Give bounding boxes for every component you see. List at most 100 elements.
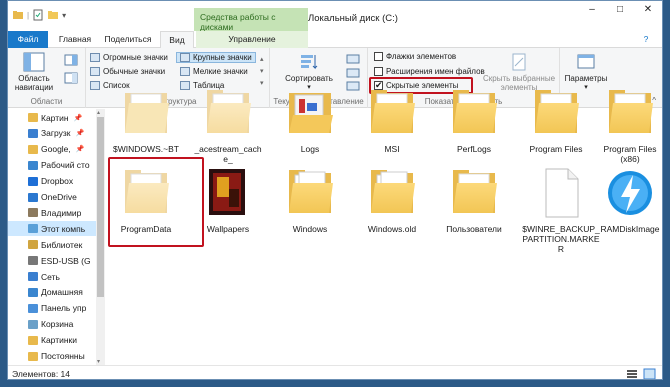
folder-item[interactable]: Windows.old [357,167,427,234]
nav-item-label: Этот компь [41,223,86,234]
help-icon[interactable]: ? [638,31,654,48]
nav-pane-icon [23,52,45,72]
nav-item[interactable]: Панель упр [8,301,96,316]
nav-item-label: Google, [41,144,71,155]
folder-item[interactable]: Windows [275,167,345,234]
layout-small-icons[interactable]: Мелкие значки [180,67,248,76]
file-view: $WINDOWS.~BT _acestream_cache_ Logs MSI Perf… [105,90,662,365]
pin-icon[interactable]: 📌 [75,129,84,137]
folder-item[interactable]: Wallpapers [193,167,263,234]
tab-share[interactable]: Поделиться [100,31,156,48]
tab-view[interactable]: Вид [160,31,194,49]
nav-item[interactable]: Сеть [8,269,96,284]
large-icons-view-icon[interactable] [643,368,656,380]
layout-normal-icons[interactable]: Обычные значки [90,67,165,76]
nav-item[interactable]: Постоянны [8,349,96,364]
folder-item[interactable]: Program Files (x86) [595,87,662,164]
add-columns-icon[interactable] [346,68,360,78]
layout-huge-icons[interactable]: Огромные значки [90,53,168,62]
item-count: Элементов: 14 [12,369,70,379]
scroll-up-icon[interactable]: ▴ [97,109,100,116]
nav-pane-button[interactable]: Область навигации [12,52,56,92]
folder-item-label: Program Files [529,144,583,154]
tab-file[interactable]: Файл [8,31,48,48]
folder-item[interactable]: $WINDOWS.~BT [111,87,181,154]
preview-pane-icon[interactable] [64,54,78,66]
checkbox-items-checkbox[interactable] [374,52,383,61]
layout-large-icons[interactable]: Крупные значки [176,52,256,63]
close-icon[interactable]: ✕ [634,1,662,19]
folder-item[interactable]: Logs [275,87,345,154]
scroll-down-icon[interactable]: ▾ [97,358,100,365]
nav-pane-label-1: Область [18,74,50,83]
nav-item[interactable]: Картин 📌 [8,110,96,125]
folder-item[interactable]: _acestream_cache_ [193,87,263,164]
normal-icons-icon [90,67,100,76]
nav-item[interactable]: Этот компь [8,221,96,237]
properties-icon[interactable] [32,9,44,21]
folder-item[interactable]: ProgramData [111,167,181,234]
nav-item[interactable]: Google, 📌 [8,142,96,157]
hide-selected-icon [512,53,526,71]
app-item[interactable]: RAMDiskImage [595,167,662,234]
nav-item[interactable]: Картинки [8,333,96,348]
nav-scrollbar[interactable]: ▴ ▾ [96,109,105,365]
layout-normal-label: Обычные значки [103,67,166,76]
nav-item-label: Сеть [41,271,60,282]
nav-item[interactable]: Корзина [8,317,96,332]
nav-item-label: Панель упр [41,303,87,314]
separator: | [27,10,30,20]
options-button[interactable]: Параметры ▾ [562,52,610,92]
image-folder-icon [209,169,245,215]
nav-item[interactable]: Рабочий сто [8,158,96,173]
folder-icon [125,170,169,213]
hide-selected-button[interactable]: Скрыть выбранные элементы [482,52,556,92]
item-label: Wallpapers [206,224,250,234]
quick-access-toolbar: | ▾ [12,9,66,21]
pin-icon[interactable]: 📌 [76,145,85,153]
small-icons-icon [180,67,190,76]
details-pane-icon[interactable] [64,72,78,84]
nav-item[interactable]: Библиотек [8,237,96,252]
nav-item[interactable]: Домашняя [8,285,96,300]
pin-icon[interactable]: 📌 [74,114,83,122]
customize-qat-icon[interactable]: ▾ [62,11,66,20]
folder-icon [609,90,653,133]
extensions-toggle[interactable]: Расширения имен файлов [374,67,485,76]
folder-item-label: PerfLogs [456,144,492,154]
tab-manage[interactable]: Управление [196,31,308,48]
nav-item[interactable]: ESD-USB (G [8,253,96,268]
nav-item-icon [28,287,38,297]
nav-scroll-thumb[interactable] [97,117,104,297]
folder-icon [125,93,169,133]
ramdisk-app-icon [608,171,652,215]
layout-scroll-arrows-icon[interactable]: ▴ ▾ ▾ [260,54,264,90]
nav-item[interactable]: Загрузк 📌 [8,126,96,141]
options-icon [577,54,595,69]
folder-icon [371,90,415,133]
minimize-icon[interactable]: – [578,1,606,19]
item-label: ProgramData [120,224,172,234]
folder-item[interactable]: Пользователи [439,167,509,234]
new-folder-icon[interactable] [47,9,59,21]
folder-item[interactable]: MSI [357,87,427,154]
checkbox-items-toggle[interactable]: Флажки элементов [374,52,456,61]
nav-item[interactable]: Dropbox [8,174,96,189]
tab-home[interactable]: Главная [53,31,97,48]
folder-item-label: _acestream_cache_ [194,144,262,164]
explorer-window: | ▾ Средства работы с дисками Локальный … [7,0,663,380]
file-item[interactable]: $WINRE_BACKUP_PARTITION.MARKER [521,167,601,254]
sort-button[interactable]: Сортировать ▾ [278,52,340,92]
details-view-icon[interactable] [626,369,638,379]
nav-item-label: Владимир [41,207,82,218]
folder-icon [289,170,333,213]
folder-item[interactable]: PerfLogs [439,87,509,154]
extensions-checkbox[interactable] [374,67,383,76]
maximize-icon[interactable]: □ [606,1,634,19]
nav-item[interactable]: OneDrive [8,190,96,205]
nav-item[interactable]: Владимир [8,205,96,220]
folder-item[interactable]: Program Files [521,87,591,154]
group-by-icon[interactable] [346,54,360,64]
nav-item-icon [28,351,38,361]
sort-icon [301,55,318,70]
